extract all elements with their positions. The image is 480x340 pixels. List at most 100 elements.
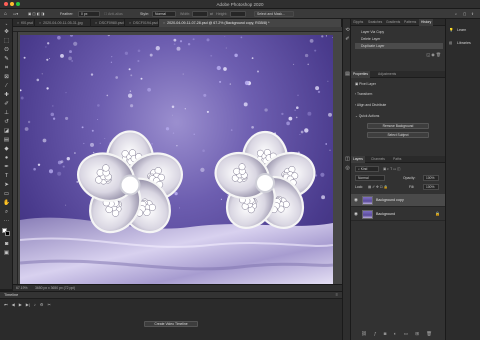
channels-icon[interactable]: ◎ <box>344 165 351 172</box>
swap-icon[interactable]: ⇄ <box>210 11 213 17</box>
history-icon[interactable]: ⟲ <box>344 27 351 34</box>
properties-icon[interactable]: ▤ <box>344 71 351 78</box>
gradient-tool-icon[interactable]: ▤ <box>3 137 10 144</box>
close-tab-icon[interactable]: × <box>17 21 19 25</box>
quick-mask-icon[interactable]: ◙ <box>3 241 10 248</box>
close-tab-icon[interactable]: × <box>163 21 165 25</box>
style-select[interactable]: Normal <box>152 11 176 17</box>
healing-brush-tool-icon[interactable]: ✚ <box>3 92 10 99</box>
type-tool-icon[interactable]: T <box>3 173 10 180</box>
tab-properties[interactable]: Properties <box>351 71 371 78</box>
tab-patterns[interactable]: Patterns <box>402 19 418 26</box>
history-item-selected[interactable]: Duplicate Layer <box>355 43 443 49</box>
history-item[interactable]: Layer Via Copy <box>355 29 443 35</box>
close-tab-icon[interactable]: × <box>95 21 97 25</box>
eye-icon[interactable]: ◉ <box>354 211 358 217</box>
settings-icon[interactable]: ⚙ <box>40 302 44 307</box>
camera-icon[interactable]: ◉ <box>431 52 435 57</box>
adjustment-icon[interactable]: ◐ <box>394 331 400 336</box>
select-and-mask-button[interactable]: Select and Mask... <box>254 11 294 17</box>
learn-panel-button[interactable]: 💡 Learn <box>449 27 466 34</box>
next-frame-icon[interactable]: ▶| <box>26 302 30 307</box>
section-transform[interactable]: › Transform <box>355 92 449 96</box>
height-input[interactable] <box>230 11 246 17</box>
brush-tool-icon[interactable]: ✐ <box>3 101 10 108</box>
play-icon[interactable]: ▶ <box>19 302 22 307</box>
toolbar-collapse-icon[interactable]: » <box>3 21 10 28</box>
crop-tool-icon[interactable]: ⌗ <box>3 65 10 72</box>
workspace-icon[interactable]: ▢ <box>463 11 466 17</box>
zoom-level[interactable]: 67.19% <box>16 286 28 290</box>
layers-icon[interactable]: ◫ <box>344 156 351 163</box>
close-tab-icon[interactable]: × <box>39 21 41 25</box>
quick-selection-tool-icon[interactable]: ✎ <box>3 56 10 63</box>
trash-icon[interactable]: 🗑 <box>426 331 435 336</box>
tab-gradients[interactable]: Gradients <box>384 19 402 26</box>
hand-tool-icon[interactable]: ✋ <box>3 200 10 207</box>
opacity-input[interactable]: 100% <box>423 175 439 181</box>
layer-row[interactable]: ◉ Background 🔒 <box>351 208 445 221</box>
split-icon[interactable]: ✂ <box>47 302 50 307</box>
eyedropper-tool-icon[interactable]: ⁄ <box>3 83 10 90</box>
section-quick-actions[interactable]: ⌄ Quick Actions <box>355 114 449 118</box>
folder-icon[interactable]: ▭ <box>404 331 411 336</box>
tab-glyphs[interactable]: Glyphs <box>351 19 365 26</box>
dodge-tool-icon[interactable]: ● <box>3 155 10 162</box>
tab-document-2[interactable]: × 2020-04-09-11-05-31.jpg <box>35 19 91 27</box>
move-tool-icon[interactable]: ✥ <box>3 29 10 36</box>
mask-icon[interactable]: ◙ <box>384 331 390 336</box>
layer-row-selected[interactable]: ◉ Background copy <box>351 194 445 207</box>
more-tools-icon[interactable]: ··· <box>3 218 10 225</box>
anti-alias-checkbox[interactable]: ☐ Anti-alias <box>104 11 123 17</box>
width-input[interactable] <box>192 11 208 17</box>
feather-input[interactable]: 0 px <box>78 11 100 17</box>
canvas-area[interactable] <box>18 32 342 284</box>
tab-adjustments[interactable]: Adjustments <box>376 71 398 78</box>
path-selection-tool-icon[interactable]: ➤ <box>3 182 10 189</box>
tab-layers[interactable]: Layers <box>351 156 365 163</box>
pen-tool-icon[interactable]: ✒ <box>3 164 10 171</box>
section-align-distribute[interactable]: › Align and Distribute <box>355 103 449 107</box>
layer-filter-select[interactable]: ⌕ Kind <box>355 166 379 172</box>
tab-document-4[interactable]: × DSCF0194.psd <box>125 19 159 27</box>
background-color-swatch[interactable] <box>5 231 10 236</box>
first-frame-icon[interactable]: ⏮ <box>4 302 8 307</box>
lasso-tool-icon[interactable]: ʘ <box>3 47 10 54</box>
libraries-panel-button[interactable]: ▥ Libraries <box>449 40 471 47</box>
new-snapshot-icon[interactable]: ◱ <box>426 52 430 57</box>
fx-icon[interactable]: ƒ <box>374 331 380 336</box>
select-subject-button[interactable]: Select Subject <box>367 132 429 138</box>
lock-icons[interactable]: ▦ ✐ ✥ ⊡ 🔒 <box>368 185 404 189</box>
panel-menu-icon[interactable]: ≡ <box>336 292 338 297</box>
history-item[interactable]: Delete Layer <box>355 36 443 42</box>
blur-tool-icon[interactable]: ◆ <box>3 146 10 153</box>
tab-channels[interactable]: Channels <box>369 156 387 163</box>
tab-paths[interactable]: Paths <box>391 156 403 163</box>
zoom-tool-icon[interactable]: ⌕ <box>3 209 10 216</box>
blend-mode-select[interactable]: Normal <box>355 175 385 181</box>
tab-history[interactable]: History <box>419 19 434 26</box>
document-image[interactable] <box>20 35 333 284</box>
eraser-tool-icon[interactable]: ◪ <box>3 128 10 135</box>
close-tab-icon[interactable]: × <box>129 21 131 25</box>
remove-background-button[interactable]: Remove Background <box>367 123 429 129</box>
layer-filter-icons[interactable]: ▣ ◐ T ▭ ◫ <box>383 167 443 171</box>
brush-settings-icon[interactable]: ✐ <box>344 36 351 43</box>
tab-document-3[interactable]: × DSCF0980.psd <box>91 19 125 27</box>
trash-icon[interactable]: 🗑 <box>436 52 441 57</box>
tab-document-active[interactable]: × 2020-04-09-11-07-28.psd @ 67.2% (Backgr… <box>159 19 342 27</box>
link-icon[interactable]: ⛓ <box>361 331 370 336</box>
clone-stamp-tool-icon[interactable]: ⊥ <box>3 110 10 117</box>
tab-document-1[interactable]: × f00.psd <box>13 19 35 27</box>
search-icon[interactable]: ⌕ <box>455 11 457 17</box>
marquee-tool-icon[interactable]: ⬚ <box>3 38 10 45</box>
eye-icon[interactable]: ◉ <box>354 197 358 203</box>
history-brush-tool-icon[interactable]: ↺ <box>3 119 10 126</box>
new-layer-icon[interactable]: ⊞ <box>415 331 422 336</box>
screen-mode-icon[interactable]: ▣ <box>3 250 10 257</box>
marquee-preset-icon[interactable]: ▭▾ <box>13 11 18 17</box>
fill-input[interactable]: 100% <box>423 184 439 190</box>
selection-mode-icons[interactable]: ▣ ◫ ◧ ◨ <box>28 11 45 17</box>
audio-icon[interactable]: ♪ <box>34 302 36 307</box>
tab-swatches[interactable]: Swatches <box>366 19 384 26</box>
